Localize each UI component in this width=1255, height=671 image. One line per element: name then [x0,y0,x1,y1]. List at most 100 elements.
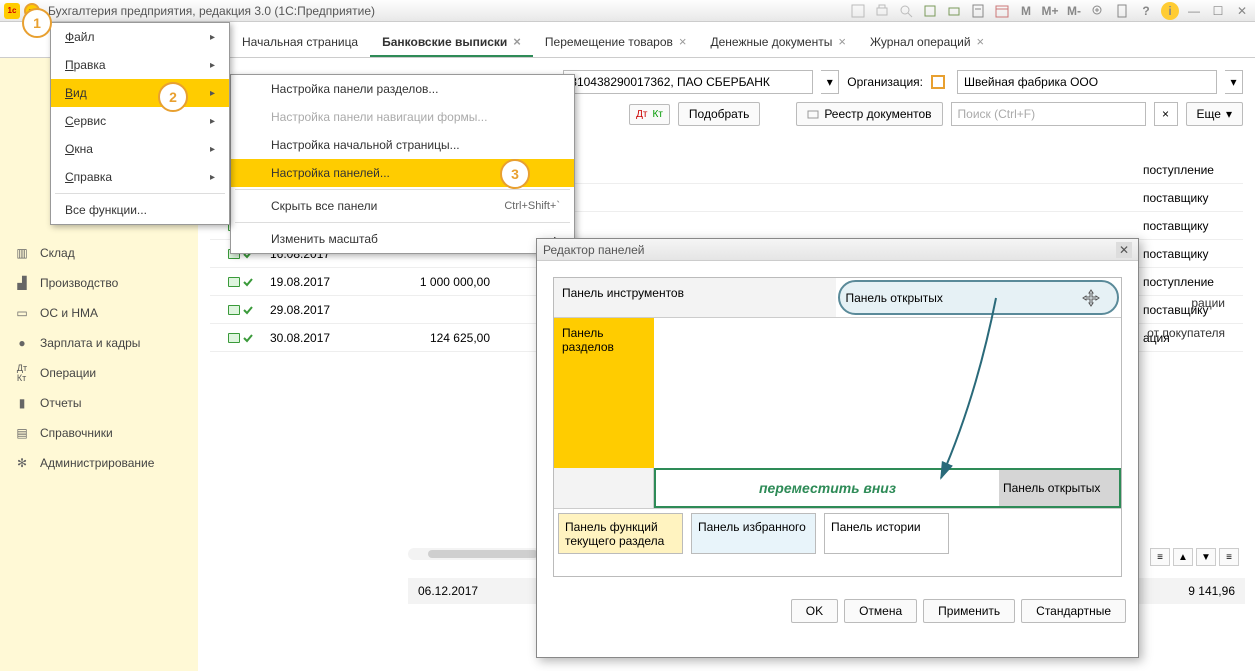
print2-icon[interactable] [945,2,963,20]
op-buyer: от покупателя [1147,326,1225,340]
dtkt-button[interactable]: ДтКт [629,104,670,125]
account-dropdown[interactable]: ▾ [821,70,839,94]
sidebar-item[interactable]: ✻Администрирование [0,448,198,478]
print-icon[interactable] [873,2,891,20]
drop-target[interactable]: переместить вниз Панель открытых [654,468,1121,508]
menu-all-functions[interactable]: Все функции... [51,196,229,224]
sidebar-item[interactable]: ▥Склад [0,238,198,268]
nav-up[interactable]: ▲ [1173,548,1193,566]
status-sum: 9 141,96 [1188,584,1235,598]
book-icon: ▤ [14,425,30,441]
dialog-cancel[interactable]: Отмена [844,599,917,623]
doc2-icon[interactable] [921,2,939,20]
memory-mminus[interactable]: M- [1065,2,1083,20]
empty-slot[interactable] [554,468,654,508]
sidebar-label: Отчеты [40,396,81,410]
org-colorbox [931,75,945,89]
dialog-standard[interactable]: Стандартные [1021,599,1126,623]
move-cursor-icon [1081,288,1101,308]
callout-2: 2 [158,82,188,112]
tab[interactable]: Банковские выписки× [370,28,533,57]
menu-item[interactable]: Справка▸ [51,163,229,191]
person-icon: ● [14,335,30,351]
sidebar-label: Производство [40,276,118,290]
functions-panel-box[interactable]: Панель функций текущего раздела [558,513,683,554]
sidebar-label: Справочники [40,426,113,440]
menu-start-page[interactable]: Настройка начальной страницы... [231,131,574,159]
calendar-icon[interactable] [993,2,1011,20]
nav-bottom[interactable]: ≡ [1219,548,1239,566]
row-status [210,277,270,287]
sidebar-item[interactable]: ▭ ОС и НМА [0,298,198,328]
tab[interactable]: Журнал операций× [858,28,996,57]
nav-down[interactable]: ▼ [1196,548,1216,566]
dtkt-icon: ДтКт [14,365,30,381]
menu-zoom[interactable]: Изменить масштаб▸ [231,225,574,253]
row-op: поставщику [1143,219,1243,233]
zoom-in-icon[interactable] [1089,2,1107,20]
tab-close[interactable]: × [838,34,846,49]
window-title: Бухгалтерия предприятия, редакция 3.0 (1… [48,4,375,18]
search-clear[interactable]: × [1154,102,1178,126]
row-date: 29.08.2017 [270,303,390,317]
org-dropdown[interactable]: ▾ [1225,70,1243,94]
info-icon[interactable]: i [1161,2,1179,20]
sidebar-item[interactable]: ▤ Справочники [0,418,198,448]
search-input[interactable]: Поиск (Ctrl+F) [951,102,1146,126]
toolbar-right: M M+ M- ? i — ☐ ✕ [849,2,1251,20]
calc-icon[interactable] [969,2,987,20]
close-icon[interactable]: ✕ [1233,2,1251,20]
sidebar-item[interactable]: ●Зарплата и кадры [0,328,198,358]
memory-mplus[interactable]: M+ [1041,2,1059,20]
maximize-icon[interactable]: ☐ [1209,2,1227,20]
sections-panel-slot[interactable]: Панель разделов [554,318,654,468]
minimize-icon[interactable]: — [1185,2,1203,20]
tab-close[interactable]: × [513,34,521,49]
menu-section-panel[interactable]: Настройка панели разделов... [231,75,574,103]
main-menu: Файл▸Правка▸Вид▸Сервис▸Окна▸Справка▸ Все … [50,22,230,225]
help-icon[interactable]: ? [1137,2,1155,20]
menu-item[interactable]: Файл▸ [51,23,229,51]
account-field[interactable]: 810438290017362, ПАО СБЕРБАНК [563,70,813,94]
row-date: 30.08.2017 [270,331,390,345]
sidebar-item[interactable]: ▮Отчеты [0,388,198,418]
sidebar-label: Склад [40,246,75,260]
tab[interactable]: Начальная страница [230,29,370,57]
pick-button[interactable]: Подобрать [678,102,760,126]
dialog-apply[interactable]: Применить [923,599,1015,623]
column-header-op: рации [1191,296,1225,310]
org-field[interactable]: Швейная фабрика ООО [957,70,1217,94]
preview-icon[interactable] [897,2,915,20]
menu-item[interactable]: Правка▸ [51,51,229,79]
save-icon[interactable] [849,2,867,20]
favorites-panel-box[interactable]: Панель избранного [691,513,816,554]
menu-hide-panels[interactable]: Скрыть все панелиCtrl+Shift+` [231,192,574,220]
menu-item[interactable]: Сервис▸ [51,107,229,135]
row-amount: 124 625,00 [390,331,510,345]
dialog-titlebar[interactable]: Редактор панелей ✕ [537,239,1138,261]
tab-close[interactable]: × [679,34,687,49]
sidebar-item[interactable]: ДтКтОперации [0,358,198,388]
callout-3: 3 [500,159,530,189]
sidebar-label: Администрирование [40,456,154,470]
dialog-ok[interactable]: OK [791,599,838,623]
toolbar-panel-slot[interactable]: Панель инструментов [554,278,836,317]
tab[interactable]: Денежные документы× [698,28,857,57]
registry-button[interactable]: Реестр документов [796,102,942,126]
nav-top[interactable]: ≡ [1150,548,1170,566]
doc-icon[interactable] [1113,2,1131,20]
open-panel-slot-top[interactable]: Панель открытых [838,280,1120,315]
history-panel-box[interactable]: Панель истории [824,513,949,554]
dialog-close[interactable]: ✕ [1116,242,1132,258]
truck-icon: ▭ [14,305,30,321]
sidebar-label: ОС и НМА [40,306,98,320]
more-button[interactable]: Еще ▾ [1186,102,1243,126]
tab[interactable]: Перемещение товаров× [533,28,699,57]
row-status [210,333,270,343]
tab-close[interactable]: × [977,34,985,49]
callout-1: 1 [22,8,52,38]
menu-item[interactable]: Окна▸ [51,135,229,163]
memory-m[interactable]: M [1017,2,1035,20]
menu-item[interactable]: Вид▸ [51,79,229,107]
sidebar-item[interactable]: ▟Производство [0,268,198,298]
